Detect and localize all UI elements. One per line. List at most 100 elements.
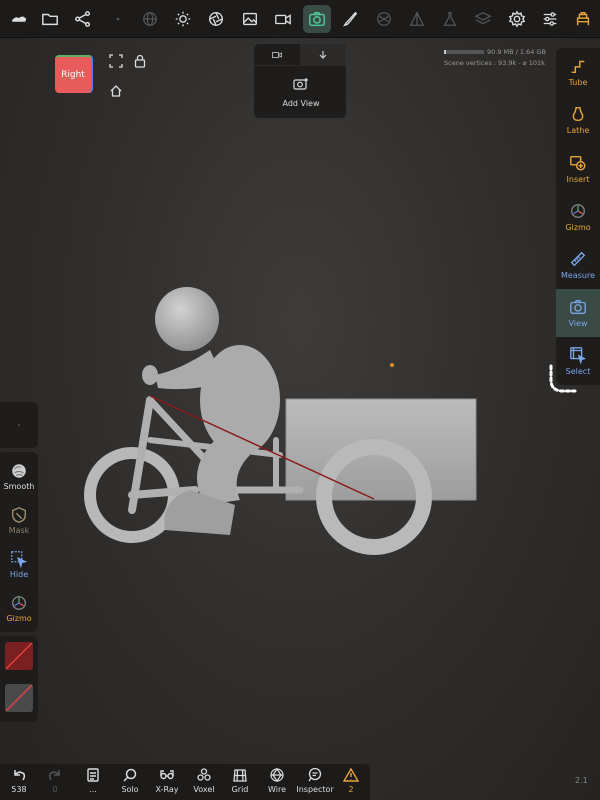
- sliders-icon[interactable]: [536, 5, 564, 33]
- layers-icon[interactable]: [469, 5, 497, 33]
- home-icon[interactable]: [109, 83, 123, 97]
- flask-icon[interactable]: [436, 5, 464, 33]
- xray-button[interactable]: X-Ray: [149, 767, 185, 799]
- lock-icon[interactable]: [133, 53, 147, 68]
- panel-drag-handle[interactable]: [545, 362, 579, 396]
- undo-count: 538: [11, 785, 27, 794]
- scene-stats: 90.9 MB / 1.64 GB Scene vertices : 93.9k…: [444, 47, 548, 69]
- solo-icon: [123, 768, 137, 782]
- view-cube[interactable]: Right: [55, 55, 93, 93]
- tool-hide[interactable]: Hide: [0, 542, 38, 586]
- color-swatch-secondary[interactable]: [5, 684, 33, 712]
- redo-icon: [48, 770, 60, 781]
- inspector-label: Inspector: [296, 785, 334, 794]
- download-tab[interactable]: [300, 44, 346, 65]
- undo-button[interactable]: 538: [1, 767, 37, 799]
- image-icon[interactable]: [236, 5, 264, 33]
- viewport-scene[interactable]: [0, 0, 600, 800]
- tool-smooth[interactable]: Smooth: [0, 454, 38, 498]
- inspector-icon: [308, 767, 322, 782]
- right-tool-panel: Tube Lathe Insert Gizmo Measure View Sel…: [556, 48, 600, 385]
- tool-gizmo-left-label: Gizmo: [6, 613, 32, 623]
- lathe-icon: [572, 106, 584, 122]
- add-view-panel: Add View: [253, 43, 347, 119]
- insert-icon: [570, 155, 586, 171]
- left-slider-panel[interactable]: [0, 402, 38, 448]
- memory-usage: 90.9 MB / 1.64 GB: [487, 48, 546, 56]
- grid-label: Grid: [231, 785, 249, 794]
- aperture-icon[interactable]: [202, 5, 230, 33]
- tool-smooth-label: Smooth: [3, 481, 35, 491]
- grid-button[interactable]: Grid: [222, 767, 258, 799]
- color-swatch-primary[interactable]: [5, 642, 33, 670]
- tube-icon: [571, 60, 585, 74]
- history-button[interactable]: ...: [75, 767, 111, 799]
- folder-icon[interactable]: [36, 5, 64, 33]
- gizmo-icon: [12, 595, 26, 610]
- dot-icon[interactable]: [104, 5, 132, 33]
- warning-button[interactable]: 2: [333, 767, 369, 799]
- redo-count: 0: [52, 785, 58, 794]
- tool-mask-label: Mask: [8, 525, 30, 535]
- tool-tube[interactable]: Tube: [556, 48, 600, 96]
- inspector-button[interactable]: Inspector: [296, 767, 334, 799]
- brush-icon[interactable]: [336, 5, 364, 33]
- sun-icon[interactable]: [169, 5, 197, 33]
- voxel-button[interactable]: Voxel: [186, 767, 222, 799]
- wire-button[interactable]: Wire: [259, 767, 295, 799]
- mask-icon: [12, 506, 26, 523]
- voxel-icon: [197, 768, 211, 781]
- tool-view[interactable]: View: [556, 289, 600, 337]
- left-color-panel: [0, 636, 38, 722]
- xray-label: X-Ray: [155, 785, 179, 794]
- camera-icon: [570, 300, 586, 314]
- solo-button[interactable]: Solo: [112, 767, 148, 799]
- prism-icon[interactable]: [403, 5, 431, 33]
- tool-insert[interactable]: Insert: [556, 145, 600, 193]
- gear-icon[interactable]: [503, 5, 531, 33]
- add-view-button[interactable]: Add View: [254, 76, 348, 108]
- camera-add-icon: [293, 78, 308, 90]
- wire-label: Wire: [268, 785, 286, 794]
- wire-icon: [270, 767, 284, 783]
- tool-lathe-label: Lathe: [566, 126, 590, 135]
- tool-gizmo-left[interactable]: Gizmo: [0, 586, 38, 630]
- tool-view-label: View: [568, 319, 588, 328]
- face-count: 101k: [528, 59, 545, 67]
- warning-count: 2: [348, 785, 354, 794]
- camera-tab[interactable]: [254, 44, 300, 65]
- scene-graph-icon[interactable]: [69, 5, 97, 33]
- warning-icon: [343, 767, 359, 782]
- gizmo-icon: [571, 204, 585, 218]
- tool-measure[interactable]: Measure: [556, 241, 600, 289]
- vertex-count: Scene vertices : 93.9k -: [444, 59, 523, 67]
- sphere-icon[interactable]: [370, 5, 398, 33]
- tool-hide-label: Hide: [9, 569, 29, 579]
- version-label: 2.1: [575, 776, 588, 785]
- video-camera-icon: [272, 51, 282, 58]
- left-tool-panel: Smooth Mask Hide Gizmo: [0, 452, 38, 632]
- tool-gizmo[interactable]: Gizmo: [556, 193, 600, 241]
- fullscreen-icon[interactable]: [109, 53, 123, 68]
- grid-icon: [233, 769, 247, 782]
- slider-dot: [18, 424, 20, 426]
- tool-measure-label: Measure: [561, 271, 595, 280]
- xray-icon: [160, 770, 174, 780]
- bottom-toolbar: 538 0 ... Solo X-Ray Voxel Grid Wire Ins…: [0, 764, 370, 800]
- video-icon[interactable]: [269, 5, 297, 33]
- tool-tube-label: Tube: [568, 78, 588, 87]
- camera-view-icon[interactable]: [303, 5, 331, 33]
- sculpt-logo-icon[interactable]: [5, 5, 33, 33]
- smooth-icon: [12, 463, 26, 478]
- globe-icon[interactable]: [136, 5, 164, 33]
- undo-icon: [14, 770, 26, 781]
- tool-lathe[interactable]: Lathe: [556, 96, 600, 144]
- hide-icon: [11, 550, 28, 568]
- tool-mask[interactable]: Mask: [0, 498, 38, 542]
- history-icon: [87, 768, 99, 782]
- history-label: ...: [89, 785, 97, 794]
- memory-bar: [444, 50, 484, 54]
- tools-icon[interactable]: [569, 5, 597, 33]
- voxel-label: Voxel: [193, 785, 215, 794]
- redo-button[interactable]: 0: [37, 767, 73, 799]
